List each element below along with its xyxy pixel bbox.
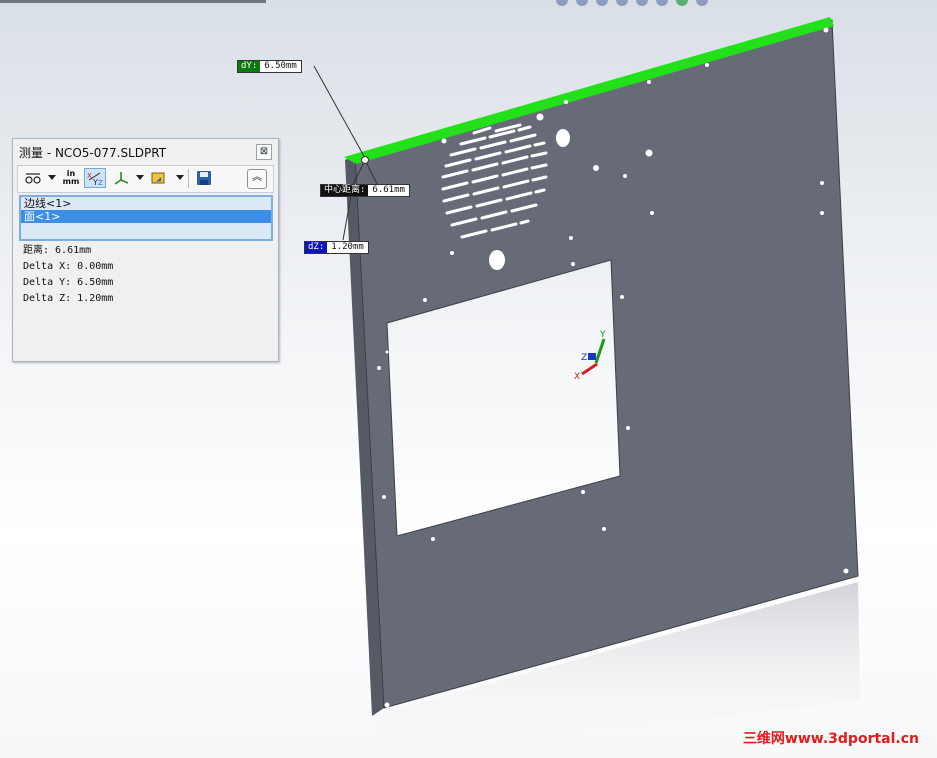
graphics-area[interactable]: Y X Z dY: 6.50mm 中心距离: 6.61mm dZ: 1.20mm…	[0, 0, 937, 758]
selection-list[interactable]: 边线<1> 面<1>	[19, 195, 273, 241]
measure-dialog[interactable]: 测量 - NCO5-077.SLDPRT ⊠ in mm X Y Z ︽ 边线<…	[12, 138, 279, 362]
triad-x-label: X	[574, 372, 580, 382]
save-icon	[197, 171, 211, 185]
coordinate-system-dropdown-icon[interactable]	[136, 175, 144, 180]
dz-callout-label: dZ:	[305, 242, 328, 253]
triad-z-axis	[588, 353, 596, 360]
triad-y-axis	[594, 338, 606, 364]
svg-text:Z: Z	[98, 179, 103, 186]
coordinate-system-icon	[114, 172, 129, 185]
arc-circle-measure-button[interactable]	[22, 168, 44, 188]
dz-callout-value: 1.20mm	[327, 242, 368, 253]
measure-toolbar: in mm X Y Z ︽	[17, 165, 274, 193]
collapse-button[interactable]: ︽	[247, 169, 267, 189]
units-mm-label: mm	[62, 177, 80, 186]
measure-results: 距离: 6.61mm Delta X: 0.00mm Delta Y: 6.50…	[23, 243, 113, 307]
projection-button[interactable]	[148, 168, 170, 188]
model-scene[interactable]: Y X Z	[0, 0, 937, 758]
dy-callout[interactable]: dY: 6.50mm	[237, 60, 302, 73]
arc-options-dropdown-icon[interactable]	[48, 175, 56, 180]
center-distance-callout[interactable]: 中心距离: 6.61mm	[320, 184, 410, 197]
center-distance-callout-value: 6.61mm	[368, 185, 409, 196]
close-button[interactable]: ⊠	[256, 144, 272, 160]
dy-callout-value: 6.50mm	[260, 61, 301, 72]
units-precision-button[interactable]: in mm	[60, 168, 82, 188]
projection-dropdown-icon[interactable]	[176, 175, 184, 180]
measure-point-marker	[361, 156, 369, 164]
dz-callout[interactable]: dZ: 1.20mm	[304, 241, 369, 254]
center-distance-callout-label: 中心距离:	[321, 185, 369, 196]
save-button[interactable]	[193, 168, 215, 188]
projection-icon	[151, 172, 165, 184]
point-to-point-button[interactable]	[111, 168, 133, 188]
dy-callout-label: dY:	[238, 61, 261, 72]
result-delta-z: Delta Z: 1.20mm	[23, 293, 114, 304]
triad-y-label: Y	[599, 330, 606, 340]
xyz-icon: X Y Z	[87, 172, 103, 186]
result-delta-x: Delta X: 0.00mm	[23, 261, 114, 272]
selection-item-face[interactable]: 面<1>	[21, 210, 271, 223]
result-distance: 距离: 6.61mm	[23, 245, 92, 256]
reference-triad[interactable]: Y X Z	[574, 330, 606, 382]
selection-item-edge[interactable]: 边线<1>	[21, 197, 271, 210]
measure-dialog-title: 测量 - NCO5-077.SLDPRT	[19, 146, 167, 160]
xyz-delta-button[interactable]: X Y Z	[84, 168, 106, 188]
triad-z-label: Z	[581, 353, 587, 363]
arc-circle-icon	[25, 173, 41, 184]
triad-x-axis	[581, 362, 598, 376]
watermark: 三维网www.3dportal.cn	[742, 731, 919, 747]
toolbar-separator	[188, 169, 189, 188]
result-delta-y: Delta Y: 6.50mm	[23, 277, 114, 288]
